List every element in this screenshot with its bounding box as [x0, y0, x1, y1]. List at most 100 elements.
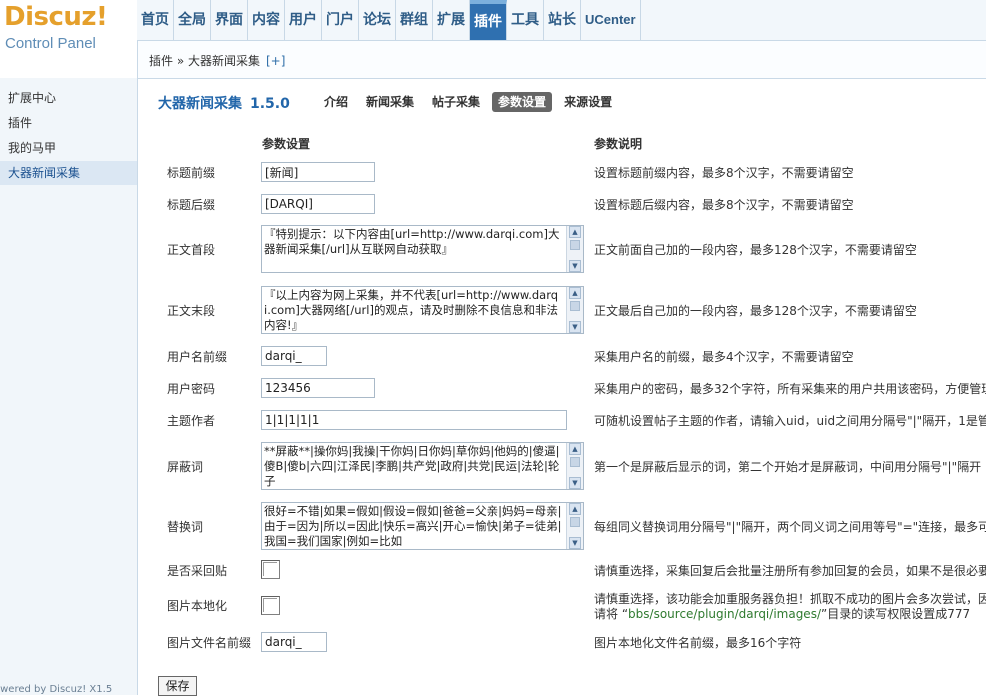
- scroll-up-icon[interactable]: ▲: [569, 226, 581, 238]
- row-description: 采集用户的密码，最多32个字符，所有采集来的用户共用该密码，方便管理: [594, 382, 986, 396]
- nav-item-ucenter[interactable]: UCenter: [581, 0, 641, 40]
- top-nav: 首页 全局 界面 内容 用户 门户 论坛 群组 扩展 插件 工具 站长 UCen…: [137, 0, 641, 40]
- sidebar-item-darqi-news[interactable]: 大器新闻采集: [0, 161, 137, 185]
- row-description: 图片本地化文件名前缀，最多16个字符: [594, 636, 802, 650]
- scroll-thumb[interactable]: [570, 517, 580, 527]
- scroll-down-icon[interactable]: ▼: [569, 537, 581, 549]
- top-header: Discuz! Control Panel 首页 全局 界面 内容 用户 门户 …: [0, 0, 986, 60]
- sidebar-item-extension-center[interactable]: 扩展中心: [0, 86, 137, 110]
- row-label: 图片文件名前缀: [167, 636, 252, 650]
- row-description: 可随机设置帖子主题的作者，请输入uid，uid之间用分隔号"|"隔开，1是管: [594, 414, 986, 428]
- breadcrumb-add-shortcut[interactable]: [+]: [266, 54, 285, 68]
- sidebar-item-my-vest[interactable]: 我的马甲: [0, 136, 137, 160]
- row-label: 替换词: [167, 520, 204, 534]
- user-password-input[interactable]: [261, 378, 375, 398]
- logo-brand: Discuz!: [4, 2, 108, 32]
- blocked-words-textarea[interactable]: **屏蔽**|操你妈|我操|干你妈|日你妈|草你妈|他妈的|傻逼|傻B|傻b|六…: [261, 442, 584, 490]
- row-description: 正文前面自己加的一段内容，最多128个汉字，不需要请留空: [594, 243, 917, 257]
- powered-by: owered by Discuz! X1.5: [0, 684, 113, 695]
- row-description-secondary: 请将 “bbs/source/plugin/darqi/images/”目录的读…: [594, 605, 970, 622]
- row-description: 设置标题前缀内容，最多8个汉字，不需要请留空: [594, 166, 854, 180]
- nav-item-portal[interactable]: 门户: [322, 0, 359, 40]
- sidebar: 扩展中心 插件 我的马甲 大器新闻采集 owered by Discuz! X1…: [0, 78, 138, 695]
- textarea-scrollbar[interactable]: ▲ ▼: [566, 287, 583, 333]
- row-label: 主题作者: [167, 414, 216, 428]
- replace-words-textarea[interactable]: 很好=不错|如果=假如|假设=假如|爸爸=父亲|妈妈=母亲|由于=因为|所以=因…: [261, 502, 584, 550]
- nav-item-tools[interactable]: 工具: [507, 0, 544, 40]
- row-description: 采集用户名的前缀，最多4个汉字，不需要请留空: [594, 350, 854, 364]
- nav-item-global[interactable]: 全局: [174, 0, 211, 40]
- save-button[interactable]: 保存: [158, 676, 197, 696]
- nav-item-style[interactable]: 界面: [211, 0, 248, 40]
- plugin-version: 1.5.0: [250, 96, 290, 112]
- title-suffix-input[interactable]: [261, 194, 375, 214]
- scroll-up-icon[interactable]: ▲: [569, 287, 581, 299]
- desc2-prefix: 请将 “: [594, 607, 629, 621]
- scroll-down-icon[interactable]: ▼: [569, 477, 581, 489]
- scroll-thumb[interactable]: [570, 457, 580, 467]
- collect-replies-checkbox[interactable]: [261, 560, 280, 579]
- image-filename-prefix-input[interactable]: [261, 632, 327, 652]
- sidebar-item-plugins[interactable]: 插件: [0, 111, 137, 135]
- plugin-title: 大器新闻采集 1.5.0: [158, 93, 290, 113]
- tab-intro[interactable]: 介绍: [318, 92, 354, 112]
- title-prefix-input[interactable]: [261, 162, 375, 182]
- body-header-textarea[interactable]: 『特别提示：以下内容由[url=http://www.darqi.com]大器新…: [261, 225, 584, 273]
- scroll-up-icon[interactable]: ▲: [569, 503, 581, 515]
- row-label: 标题后缀: [167, 198, 216, 212]
- scroll-thumb[interactable]: [570, 301, 580, 311]
- plugin-tabs: 介绍 新闻采集 帖子采集 参数设置 来源设置: [318, 92, 624, 112]
- row-label: 屏蔽词: [167, 460, 204, 474]
- scroll-down-icon[interactable]: ▼: [569, 260, 581, 272]
- row-label: 正文首段: [167, 243, 216, 257]
- plugin-name: 大器新闻采集: [158, 96, 242, 112]
- tab-news-collect[interactable]: 新闻采集: [360, 92, 420, 112]
- column-header-setting: 参数设置: [262, 137, 311, 151]
- row-label: 正文末段: [167, 304, 216, 318]
- username-prefix-input[interactable]: [261, 346, 327, 366]
- textarea-scrollbar[interactable]: ▲ ▼: [566, 226, 583, 272]
- tab-thread-collect[interactable]: 帖子采集: [426, 92, 486, 112]
- nav-item-plugin[interactable]: 插件: [470, 0, 507, 40]
- scroll-thumb[interactable]: [570, 240, 580, 250]
- logo-subtitle: Control Panel: [5, 35, 96, 52]
- row-label: 用户名前缀: [167, 350, 228, 364]
- row-description: 设置标题后缀内容，最多8个汉字，不需要请留空: [594, 198, 854, 212]
- textarea-scrollbar[interactable]: ▲ ▼: [566, 503, 583, 549]
- row-label: 用户密码: [167, 382, 216, 396]
- row-label: 图片本地化: [167, 599, 228, 613]
- scroll-down-icon[interactable]: ▼: [569, 321, 581, 333]
- thread-author-input[interactable]: [261, 410, 567, 430]
- logo: Discuz! Control Panel: [0, 0, 137, 60]
- desc2-suffix: ”目录的读写权限设置成777: [820, 607, 971, 621]
- row-description: 请慎重选择，采集回复后会批量注册所有参加回复的会员，如果不是很必要: [594, 564, 986, 578]
- textarea-content: 『以上内容为网上采集，并不代表[url=http://www.darqi.com…: [264, 288, 559, 332]
- body-footer-textarea[interactable]: 『以上内容为网上采集，并不代表[url=http://www.darqi.com…: [261, 286, 584, 334]
- textarea-content: 『特别提示：以下内容由[url=http://www.darqi.com]大器新…: [264, 227, 560, 256]
- nav-item-founder[interactable]: 站长: [544, 0, 581, 40]
- tab-source-settings[interactable]: 来源设置: [558, 92, 618, 112]
- row-description: 第一个是屏蔽后显示的词，第二个开始才是屏蔽词，中间用分隔号"|"隔开: [594, 460, 982, 474]
- nav-item-forum[interactable]: 论坛: [359, 0, 396, 40]
- breadcrumb: 插件 » 大器新闻采集 [+]: [149, 52, 285, 69]
- nav-item-user[interactable]: 用户: [285, 0, 322, 40]
- image-localize-checkbox[interactable]: [261, 596, 280, 615]
- breadcrumb-text: 插件 » 大器新闻采集: [149, 54, 260, 68]
- row-label: 标题前缀: [167, 166, 216, 180]
- nav-item-content[interactable]: 内容: [248, 0, 285, 40]
- row-label: 是否采回贴: [167, 564, 228, 578]
- nav-item-home[interactable]: 首页: [137, 0, 174, 40]
- column-header-description: 参数说明: [594, 137, 643, 151]
- image-dir-path: bbs/source/plugin/darqi/images/: [628, 607, 821, 621]
- textarea-content: 很好=不错|如果=假如|假设=假如|爸爸=父亲|妈妈=母亲|由于=因为|所以=因…: [264, 504, 562, 548]
- row-description: 正文最后自己加的一段内容，最多128个汉字，不需要请留空: [594, 304, 917, 318]
- breadcrumb-bar: 插件 » 大器新闻采集 [+]: [137, 40, 986, 79]
- nav-item-group[interactable]: 群组: [396, 0, 433, 40]
- textarea-content: **屏蔽**|操你妈|我操|干你妈|日你妈|草你妈|他妈的|傻逼|傻B|傻b|六…: [264, 444, 560, 488]
- nav-item-extend[interactable]: 扩展: [433, 0, 470, 40]
- textarea-scrollbar[interactable]: ▲ ▼: [566, 443, 583, 489]
- scroll-up-icon[interactable]: ▲: [569, 443, 581, 455]
- tab-settings[interactable]: 参数设置: [492, 92, 553, 112]
- row-description: 每组同义替换词用分隔号"|"隔开，两个同义词之间用等号"="连接，最多可: [594, 520, 986, 534]
- main-content: 大器新闻采集 1.5.0 介绍 新闻采集 帖子采集 参数设置 来源设置 参数设置 …: [138, 78, 986, 696]
